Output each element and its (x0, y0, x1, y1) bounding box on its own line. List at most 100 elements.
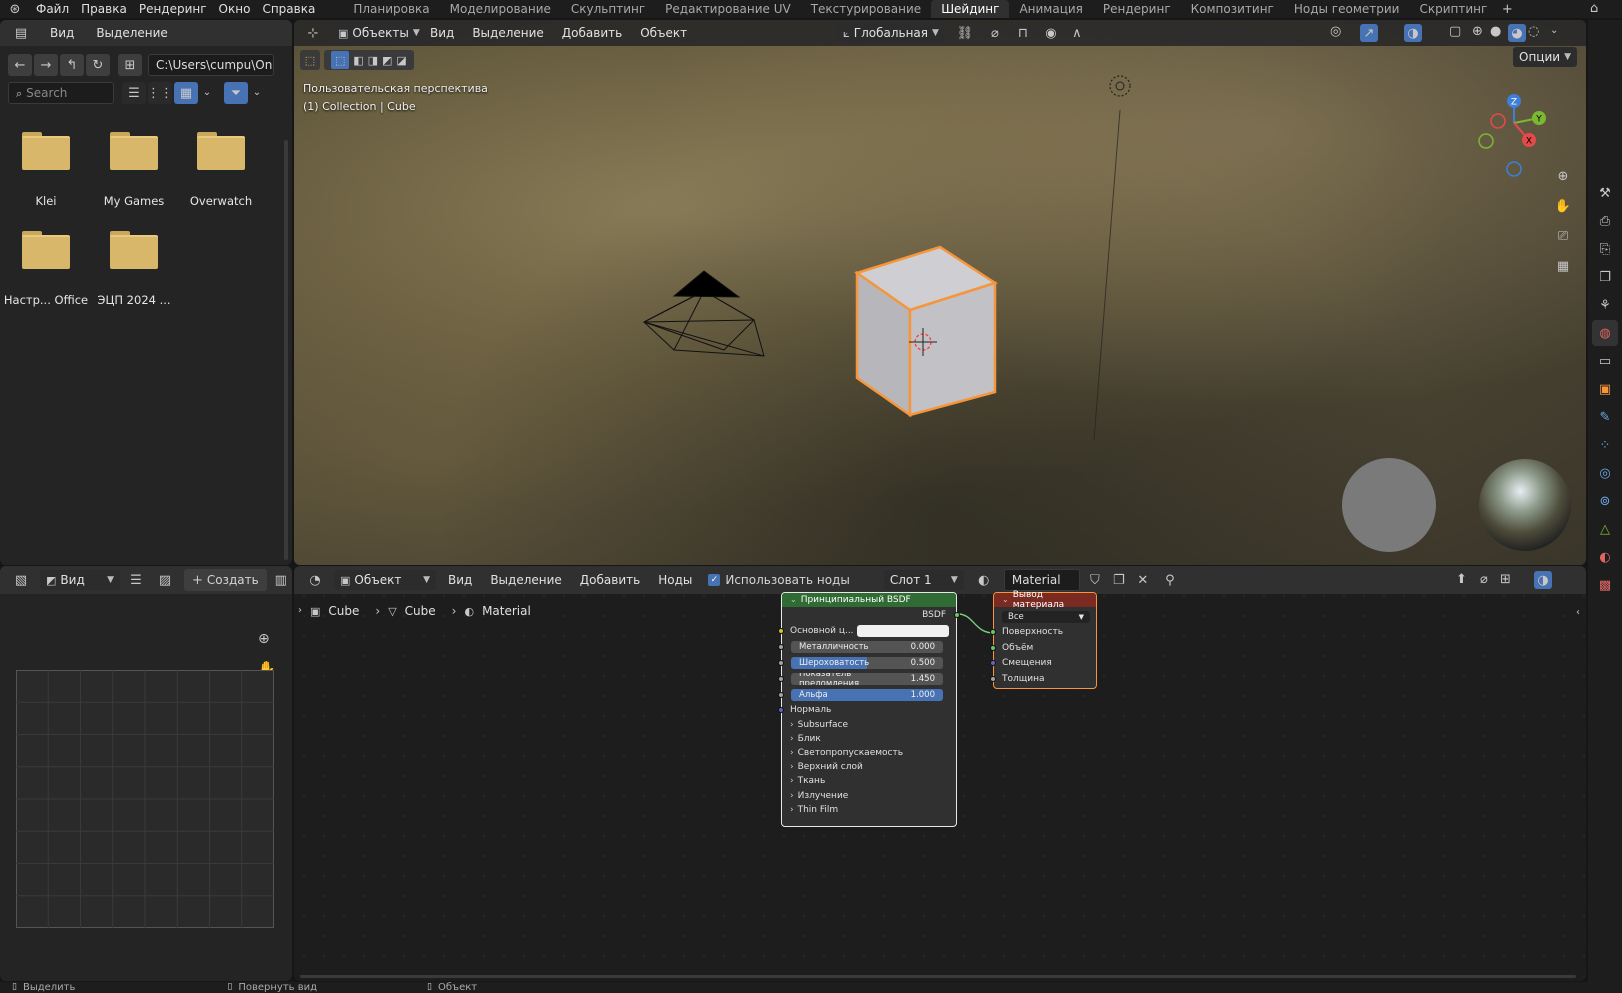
menu-help[interactable]: Справка (256, 1, 321, 17)
panel-thin-film[interactable]: › Thin Film (790, 805, 838, 815)
scene-selector-icon[interactable]: ⌂ (1590, 2, 1598, 15)
panel-coat[interactable]: › Верхний слой (790, 762, 863, 772)
thickness-input-socket[interactable] (990, 676, 996, 682)
zoom-icon[interactable]: ⊕ (258, 632, 270, 646)
folder-item[interactable]: Klei (2, 132, 90, 208)
menu-render[interactable]: Рендеринг (133, 1, 213, 17)
collapse-chevron-icon[interactable]: ⌄ (790, 596, 797, 604)
tab-shading[interactable]: Шейдинг (931, 0, 1010, 18)
camera-view-button[interactable]: ⎚ (1550, 223, 1576, 249)
ior-socket[interactable] (778, 676, 784, 682)
tab-rendering[interactable]: Рендеринг (1093, 0, 1181, 18)
blender-logo-icon[interactable]: ⊛ (0, 3, 30, 16)
uv-grid[interactable] (16, 670, 274, 928)
normal-socket[interactable] (778, 707, 784, 713)
tab-texture-paint[interactable]: Текстурирование (801, 0, 931, 18)
zoom-button[interactable]: ⊕ (1550, 163, 1576, 189)
fb-menu-view[interactable]: Вид (44, 26, 80, 40)
menu-file[interactable]: Файл (30, 1, 75, 17)
panel-emission[interactable]: › Излучение (790, 791, 848, 801)
surface-input-socket[interactable] (990, 629, 996, 635)
panel-transmission[interactable]: › Светопропускаемость (790, 748, 903, 758)
display-dropdown-chevron-icon[interactable]: ⌄ (198, 88, 216, 98)
tab-modeling[interactable]: Моделирование (440, 0, 561, 18)
scene-tab[interactable]: ⚘ (1592, 292, 1618, 318)
editor-type-icon[interactable]: ▤ (8, 27, 34, 40)
menu-edit[interactable]: Правка (75, 1, 133, 17)
output-tab[interactable]: ⎘ (1592, 236, 1618, 262)
filter-toggle-button[interactable]: ⏷ (224, 82, 248, 104)
tool-tab[interactable]: ⚒ (1592, 180, 1618, 206)
path-field[interactable]: C:\Users\cumpu\On... (148, 54, 274, 76)
data-tab[interactable]: △ (1592, 516, 1618, 542)
horizontal-scrollbar[interactable] (300, 975, 1576, 978)
forward-button[interactable]: → (34, 54, 58, 76)
object-tab[interactable]: ▣ (1592, 376, 1618, 402)
image-mode-dropdown[interactable]: ◩ Вид ▼ (40, 570, 120, 590)
new-folder-button[interactable]: ⊞ (118, 54, 142, 76)
search-input[interactable]: ⌕ Search (8, 82, 114, 104)
panel-sheen[interactable]: › Ткань (790, 776, 825, 786)
parent-dir-button[interactable]: ↰ (60, 54, 84, 76)
particles-tab[interactable]: ⁘ (1592, 432, 1618, 458)
tab-scripting[interactable]: Скриптинг (1409, 0, 1497, 18)
node-header[interactable]: ⌄ Принципиальный BSDF (782, 593, 956, 607)
node-header[interactable]: ⌄ Вывод материала (994, 590, 1096, 610)
tab-geometry-nodes[interactable]: Ноды геометрии (1284, 0, 1410, 18)
refresh-button[interactable]: ↻ (86, 54, 110, 76)
view-layer-tab[interactable]: ❐ (1592, 264, 1618, 290)
sidebar-toggle-icon[interactable]: ‹ (1576, 608, 1580, 618)
add-workspace-icon[interactable]: + (1497, 3, 1517, 16)
menu-icon[interactable]: ☰ (126, 574, 146, 587)
back-button[interactable]: ← (8, 54, 32, 76)
panel-subsurface[interactable]: › Subsurface (790, 720, 848, 730)
shader-node-editor[interactable]: ◔ ▣ Объект ▼ Вид Выделение Добавить Ноды… (294, 566, 1586, 981)
fb-menu-select[interactable]: Выделение (90, 26, 173, 40)
render-tab[interactable]: ⎙ (1592, 208, 1618, 234)
collapse-chevron-icon[interactable]: ⌄ (1002, 596, 1009, 604)
fb-scrollbar[interactable] (284, 140, 288, 560)
collection-tab[interactable]: ▭ (1592, 348, 1618, 374)
tab-uv-editing[interactable]: Редактирование UV (655, 0, 801, 18)
3d-viewport[interactable]: ⊹ ▣ Объекты ▼ Вид Выделение Добавить Объ… (294, 20, 1586, 565)
filter-dropdown-chevron-icon[interactable]: ⌄ (248, 88, 266, 98)
principled-bsdf-node[interactable]: ⌄ Принципиальный BSDF BSDF Основной ц...… (778, 592, 960, 827)
alpha-socket[interactable] (778, 692, 784, 698)
target-dropdown[interactable]: Все ▼ (1002, 611, 1090, 623)
world-tab[interactable]: ◍ (1592, 320, 1618, 346)
folder-item[interactable]: My Games (90, 132, 178, 208)
material-tab[interactable]: ◐ (1592, 544, 1618, 570)
volume-input-socket[interactable] (990, 645, 996, 651)
panel-specular[interactable]: › Блик (790, 734, 821, 744)
open-image-icon[interactable]: ▥ (273, 574, 289, 587)
tab-sculpting[interactable]: Скульптинг (561, 0, 655, 18)
base-color-swatch[interactable] (857, 625, 949, 637)
folder-item[interactable]: Настр... Office (2, 231, 90, 307)
displacement-input-socket[interactable] (990, 660, 996, 666)
display-list-button[interactable]: ☰ (122, 82, 146, 104)
modifiers-tab[interactable]: ✎ (1592, 404, 1618, 430)
tab-layout[interactable]: Планировка (343, 0, 439, 18)
folder-item[interactable]: ЭЦП 2024 ... (90, 231, 178, 307)
base-color-socket[interactable] (778, 628, 784, 634)
roughness-slider[interactable]: Шероховатость 0.500 (791, 657, 943, 669)
new-image-button[interactable]: + Создать (184, 569, 267, 591)
image-browse-icon[interactable]: ▨ (152, 574, 178, 587)
metallic-socket[interactable] (778, 644, 784, 650)
physics-tab[interactable]: ◎ (1592, 460, 1618, 486)
ior-slider[interactable]: Показатель преломления 1.450 (791, 673, 943, 685)
pan-button[interactable]: ✋ (1550, 193, 1576, 219)
bsdf-output-socket[interactable] (954, 612, 960, 618)
tab-compositing[interactable]: Композитинг (1181, 0, 1284, 18)
texture-tab[interactable]: ▩ (1592, 572, 1618, 598)
ortho-toggle-button[interactable]: ▦ (1550, 253, 1576, 279)
constraints-tab[interactable]: ⊚ (1592, 488, 1618, 514)
display-thumbnails-button[interactable]: ▦ (174, 82, 198, 104)
menu-window[interactable]: Окно (213, 1, 257, 17)
material-output-node[interactable]: ⌄ Вывод материала Все ▼ Поверхность Объё… (990, 590, 1097, 689)
tab-animation[interactable]: Анимация (1009, 0, 1092, 18)
display-columns-button[interactable]: ⋮⋮ (147, 82, 173, 104)
metallic-slider[interactable]: Металличность 0.000 (791, 641, 943, 653)
roughness-socket[interactable] (778, 660, 784, 666)
editor-type-icon[interactable]: ▧ (8, 574, 34, 587)
